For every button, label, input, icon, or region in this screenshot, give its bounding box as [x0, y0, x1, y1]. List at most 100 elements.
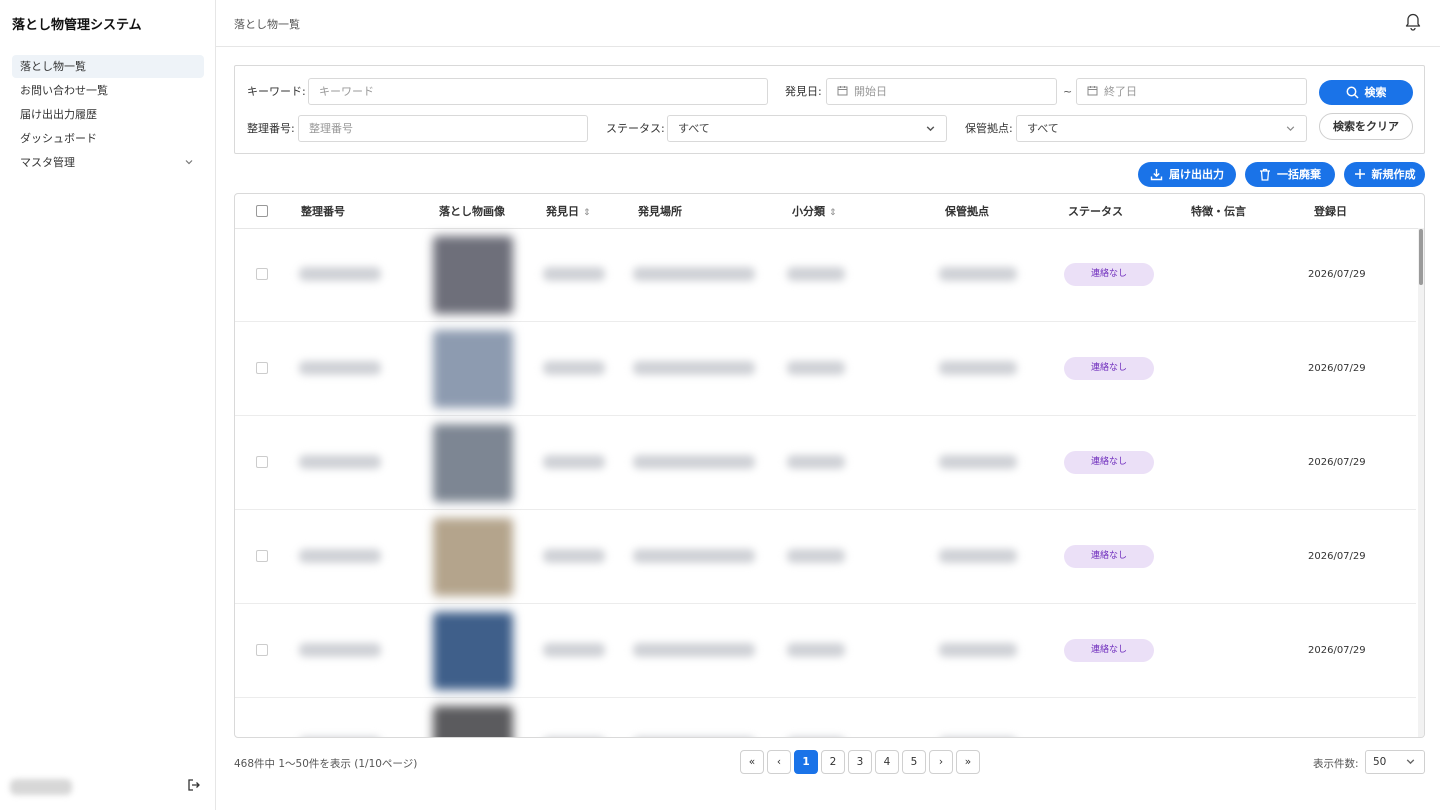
download-icon: [1150, 168, 1163, 180]
lost-item-thumbnail[interactable]: [433, 706, 513, 737]
chevron-down-icon: [1285, 116, 1296, 141]
col-found-date[interactable]: 発見日 ⇕: [546, 194, 591, 231]
row-checkbox[interactable]: [256, 362, 268, 374]
sidebar-item-lost-items[interactable]: 落とし物一覧: [12, 55, 204, 78]
table-scrollbar-thumb[interactable]: [1419, 229, 1423, 285]
sidebar-item-inquiries[interactable]: お問い合わせ一覧: [12, 79, 204, 102]
blurred-cell: [939, 267, 1017, 281]
range-separator: ~: [1063, 85, 1073, 98]
lost-item-thumbnail[interactable]: [433, 330, 513, 408]
page-button[interactable]: 4: [875, 750, 899, 774]
col-found-date-label: 発見日: [546, 205, 579, 218]
search-button[interactable]: 検索: [1319, 80, 1413, 105]
blurred-cell: [543, 455, 605, 469]
blurred-cell: [633, 643, 755, 657]
start-date-input[interactable]: 開始日: [826, 78, 1057, 105]
trash-icon: [1260, 168, 1270, 181]
page-button[interactable]: 1: [794, 750, 818, 774]
blurred-cell: [787, 643, 845, 657]
end-date-input[interactable]: 終了日: [1076, 78, 1307, 105]
table-row[interactable]: 連絡なし 2026/07/29: [235, 604, 1416, 698]
first-page-button[interactable]: «: [740, 750, 764, 774]
row-checkbox[interactable]: [256, 644, 268, 656]
location-select[interactable]: すべて: [1016, 115, 1307, 142]
sort-icon[interactable]: ⇕: [829, 208, 837, 218]
blurred-cell: [787, 455, 845, 469]
page-button[interactable]: 2: [821, 750, 845, 774]
status-select[interactable]: すべて: [667, 115, 947, 142]
blurred-cell: [939, 361, 1017, 375]
per-page-select[interactable]: 50: [1365, 750, 1425, 774]
bell-icon[interactable]: [1404, 11, 1422, 31]
per-page-value: 50: [1373, 756, 1387, 768]
blurred-cell: [299, 361, 381, 375]
row-checkbox[interactable]: [256, 268, 268, 280]
table-row[interactable]: 連絡なし 2026/07/29: [235, 228, 1416, 322]
page-button[interactable]: 5: [902, 750, 926, 774]
col-status: ステータス: [1068, 205, 1123, 218]
row-checkbox[interactable]: [256, 456, 268, 468]
chevron-down-icon: [1405, 751, 1416, 773]
search-button-label: 検索: [1364, 86, 1387, 99]
sidebar-item-dashboard[interactable]: ダッシュボード: [12, 127, 204, 150]
blurred-cell: [939, 643, 1017, 657]
blurred-cell: [939, 455, 1017, 469]
bulk-discard-button[interactable]: 一括廃棄: [1245, 162, 1335, 187]
table-row[interactable]: 連絡なし 2026/07/29: [235, 322, 1416, 416]
status-badge: 連絡なし: [1064, 263, 1154, 286]
calendar-icon: [837, 80, 848, 105]
blurred-cell: [543, 549, 605, 563]
sidebar-nav: 落とし物一覧 お問い合わせ一覧 届け出出力履歴 ダッシュボード マスタ管理: [12, 55, 204, 175]
registered-date: 2026/07/29: [1308, 551, 1366, 562]
create-button[interactable]: 新規作成: [1344, 162, 1425, 187]
sidebar: 落とし物管理システム 落とし物一覧 お問い合わせ一覧 届け出出力履歴 ダッシュボ…: [0, 0, 216, 810]
blurred-cell: [633, 455, 755, 469]
search-icon: [1346, 86, 1359, 99]
found-date-label: 発見日:: [785, 85, 822, 98]
keyword-input[interactable]: キーワード: [308, 78, 768, 105]
blurred-cell: [543, 737, 605, 738]
lost-item-thumbnail[interactable]: [433, 518, 513, 596]
lost-item-thumbnail[interactable]: [433, 612, 513, 690]
lost-item-thumbnail[interactable]: [433, 236, 513, 314]
col-image: 落とし物画像: [439, 205, 505, 218]
location-label: 保管拠点:: [965, 122, 1013, 135]
blurred-cell: [299, 643, 381, 657]
blurred-cell: [299, 455, 381, 469]
create-button-label: 新規作成: [1371, 168, 1416, 181]
export-button[interactable]: 届け出出力: [1138, 162, 1236, 187]
last-page-button[interactable]: »: [956, 750, 980, 774]
table-row[interactable]: 連絡なし 2026/07/29: [235, 510, 1416, 604]
col-features: 特徴・伝言: [1191, 205, 1246, 218]
lost-item-thumbnail[interactable]: [433, 424, 513, 502]
status-badge: 連絡なし: [1064, 451, 1154, 474]
status-badge: 連絡なし: [1064, 545, 1154, 568]
sort-icon[interactable]: ⇕: [583, 208, 591, 218]
table-row[interactable]: [235, 698, 1416, 738]
table-row[interactable]: 連絡なし 2026/07/29: [235, 416, 1416, 510]
lost-items-table: 整理番号 落とし物画像 発見日 ⇕ 発見場所 小分類 ⇕ 保管拠点 ステータス 特徴…: [234, 193, 1425, 738]
search-panel: キーワード: キーワード 発見日: 開始日 ~ 終了日 検索 整理番号: 整理番…: [234, 65, 1425, 154]
end-date-placeholder: 終了日: [1104, 85, 1137, 98]
blurred-cell: [543, 361, 605, 375]
next-page-button[interactable]: ›: [929, 750, 953, 774]
registered-date: 2026/07/29: [1308, 457, 1366, 468]
row-checkbox[interactable]: [256, 550, 268, 562]
registered-date: 2026/07/29: [1308, 269, 1366, 280]
blurred-cell: [543, 267, 605, 281]
export-button-label: 届け出出力: [1169, 168, 1224, 181]
sidebar-item-master[interactable]: マスタ管理: [12, 151, 204, 174]
app-title: 落とし物管理システム: [12, 18, 142, 33]
clear-search-button[interactable]: 検索をクリア: [1319, 113, 1413, 140]
number-input[interactable]: 整理番号: [298, 115, 588, 142]
col-subcategory-label: 小分類: [792, 205, 825, 218]
logout-icon[interactable]: [186, 777, 202, 793]
prev-page-button[interactable]: ‹: [767, 750, 791, 774]
sidebar-item-export-history[interactable]: 届け出出力履歴: [12, 103, 204, 126]
table-scrollbar[interactable]: [1418, 228, 1424, 737]
col-subcategory[interactable]: 小分類 ⇕: [792, 194, 837, 231]
blurred-cell: [543, 643, 605, 657]
page-button[interactable]: 3: [848, 750, 872, 774]
blurred-cell: [939, 737, 1017, 738]
select-all-checkbox[interactable]: [256, 205, 268, 217]
